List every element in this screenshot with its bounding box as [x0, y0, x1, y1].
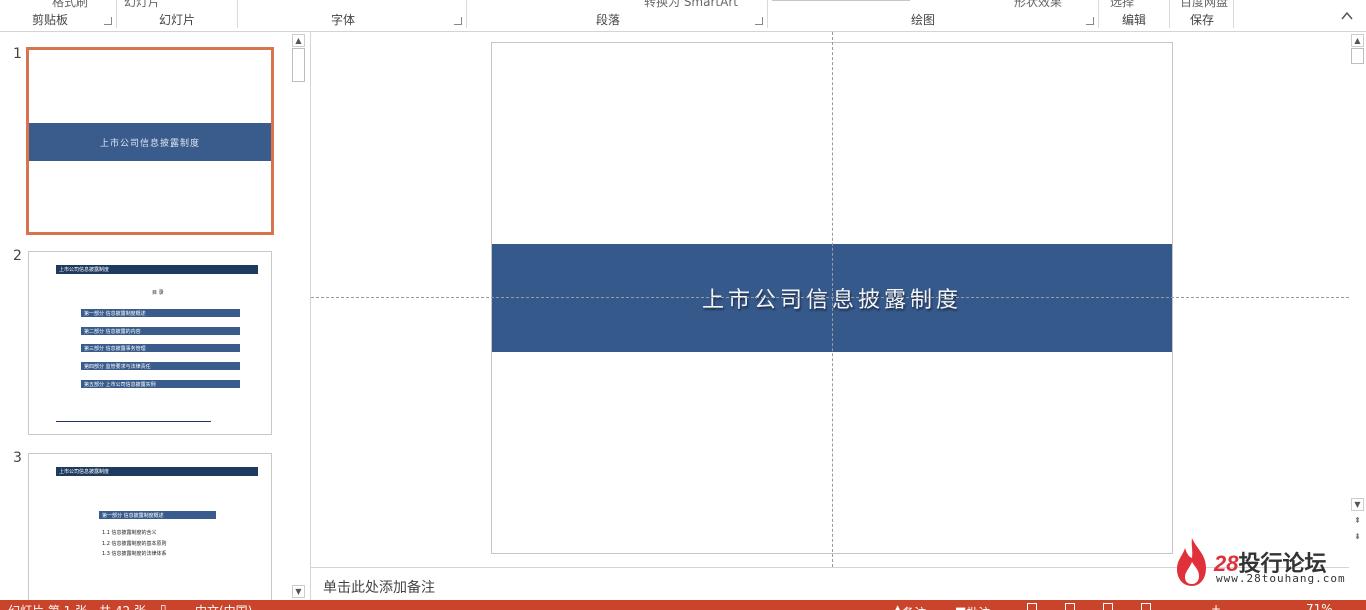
notes-toggle-button[interactable]: ▲ 备注	[893, 602, 926, 610]
vertical-guide[interactable]	[832, 32, 833, 567]
baidu-pan-button[interactable]: 百度网盘	[1180, 0, 1228, 10]
thumbnail-item: 1.3 信息披露制度的法律体系	[102, 551, 167, 557]
slide-sorter-view-icon[interactable]	[1065, 603, 1075, 610]
notes-placeholder[interactable]: 单击此处添加备注	[323, 577, 435, 597]
group-label-editing: 编辑	[1122, 13, 1147, 27]
toc-item: 第四部分 监管要求与法律责任	[81, 362, 240, 370]
slideshow-view-icon[interactable]	[1141, 603, 1151, 610]
thumbnail-footer-line	[56, 421, 211, 422]
format-painter-button[interactable]: 格式刷	[52, 0, 88, 10]
group-label-drawing: 绘图	[911, 13, 936, 27]
horizontal-guide[interactable]	[311, 297, 1349, 298]
paragraph-launcher-icon[interactable]	[755, 17, 763, 25]
toc-item: 第一部分 信息披露制度概述	[81, 309, 240, 317]
thumbnail-title-band: 上市公司信息披露制度	[29, 123, 271, 161]
group-label-slides: 幻灯片	[159, 13, 196, 27]
slide-editing-canvas[interactable]: 上市公司信息披露制度	[311, 32, 1349, 567]
scroll-up-arrow-icon[interactable]: ▲	[1351, 34, 1364, 47]
convert-smartart-button[interactable]: 转换为 SmartArt	[644, 0, 738, 10]
group-separator	[237, 0, 238, 28]
ribbon: 格式刷 幻灯片 转换为 SmartArt 形状效果 选择 百度网盘 剪贴板 幻灯…	[0, 0, 1366, 32]
thumbnail-title: 上市公司信息披露制度	[99, 138, 200, 149]
scroll-up-arrow-icon[interactable]: ▲	[292, 34, 305, 47]
shape-effects-button[interactable]: 形状效果	[1014, 0, 1062, 10]
slide-number: 2	[13, 248, 22, 264]
scroll-down-arrow-icon[interactable]: ▼	[292, 585, 305, 598]
thumbnail-toc-title: 目 录	[152, 290, 164, 296]
shape-style-gallery[interactable]	[772, 0, 910, 1]
thumbnail-item: 1.1 信息披露制度的含义	[102, 530, 157, 536]
toc-item: 第三部分 信息披露事务管理	[81, 344, 240, 352]
toc-item: 第二部分 信息披露的内容	[81, 327, 240, 335]
slide-number: 1	[13, 46, 22, 62]
flame-icon	[1177, 538, 1206, 586]
slide-thumbnail-2[interactable]: 上市公司信息披露制度 目 录 第一部分 信息披露制度概述 第二部分 信息披露的内…	[28, 251, 272, 435]
comments-toggle-button[interactable]: ▬ 批注	[955, 602, 990, 610]
zoom-slider-thumb-icon[interactable]: +	[1211, 602, 1221, 610]
slide-thumbnail-3[interactable]: 上市公司信息披露制度 第一部分 信息披露制度概述 1.1 信息披露制度的含义 1…	[28, 453, 272, 601]
group-label-font: 字体	[331, 13, 356, 27]
group-separator	[466, 0, 467, 28]
drawing-launcher-icon[interactable]	[1086, 17, 1094, 25]
status-bar: 幻灯片 第 1 张，共 42 张 ▯ 中文(中国) ▲ 备注 ▬ 批注 + 71…	[0, 600, 1366, 610]
select-button[interactable]: 选择	[1110, 0, 1134, 10]
clipboard-launcher-icon[interactable]	[104, 17, 112, 25]
new-slide-button[interactable]: 幻灯片	[124, 0, 160, 10]
proofing-icon[interactable]: ▯	[160, 602, 167, 610]
thumbnail-header: 上市公司信息披露制度	[56, 265, 258, 274]
slide-number: 3	[13, 450, 22, 466]
watermark-url: www.28touhang.com	[1216, 572, 1346, 585]
slide-thumbnails-pane: 1 上市公司信息披露制度 2 上市公司信息披露制度 目 录 第一部分 信息披露制…	[0, 32, 311, 601]
group-label-save: 保存	[1190, 13, 1215, 27]
group-label-clipboard: 剪贴板	[32, 13, 69, 27]
thumbnail-header: 上市公司信息披露制度	[56, 467, 258, 476]
watermark-logo: 28投行论坛 www.28touhang.com	[1170, 534, 1360, 590]
group-separator	[767, 0, 768, 28]
reading-view-icon[interactable]	[1103, 603, 1113, 610]
previous-slide-icon[interactable]: ⇞	[1351, 514, 1364, 527]
group-separator	[1169, 0, 1170, 28]
slide-thumbnail-1[interactable]: 上市公司信息披露制度	[26, 47, 274, 235]
group-separator	[1098, 0, 1099, 28]
group-separator	[116, 0, 117, 28]
collapse-ribbon-icon[interactable]	[1340, 10, 1354, 22]
font-launcher-icon[interactable]	[454, 17, 462, 25]
toc-item: 第五部分 上市公司信息披露实例	[81, 380, 240, 388]
scrollbar-thumb[interactable]	[1351, 48, 1364, 64]
slide-count-status: 幻灯片 第 1 张，共 42 张	[8, 602, 146, 610]
thumbnails-scrollbar[interactable]: ▲ ▼	[291, 32, 306, 600]
scroll-down-arrow-icon[interactable]: ▼	[1351, 498, 1364, 511]
group-separator	[1233, 0, 1234, 28]
language-status[interactable]: 中文(中国)	[195, 602, 252, 610]
normal-view-icon[interactable]	[1027, 603, 1037, 610]
thumbnail-section: 第一部分 信息披露制度概述	[99, 511, 216, 519]
scrollbar-thumb[interactable]	[292, 48, 305, 82]
group-label-paragraph: 段落	[596, 13, 621, 27]
zoom-level[interactable]: 71%	[1306, 602, 1333, 610]
thumbnail-item: 1.2 信息披露制度的基本原则	[102, 541, 167, 547]
canvas-scrollbar[interactable]: ▲ ▼ ⇞ ⇟	[1350, 32, 1365, 567]
